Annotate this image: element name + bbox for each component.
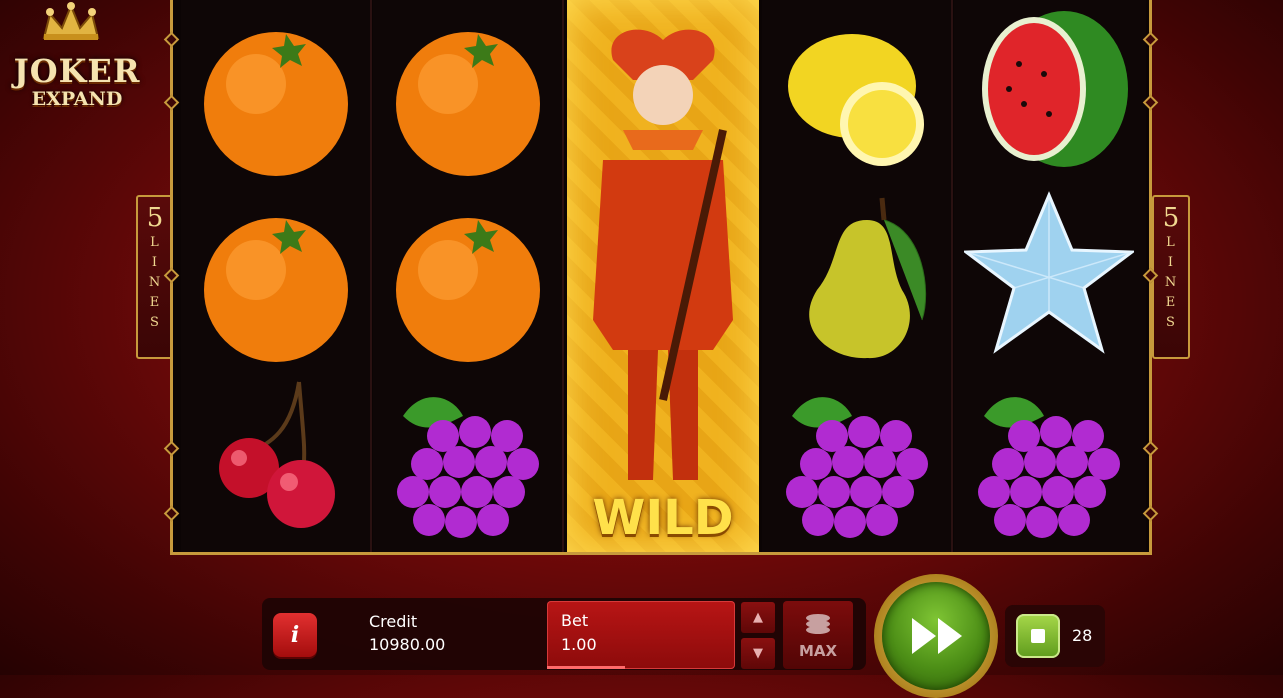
orange-symbol: [396, 218, 540, 362]
reel-5: [954, 0, 1146, 552]
reel-2: [373, 0, 564, 552]
jester-crown-icon: [42, 2, 100, 40]
arrow-up-icon: ▲: [753, 610, 763, 625]
logo-subtitle: EXPAND: [31, 88, 123, 110]
credit-value: 10980.00: [369, 635, 446, 654]
orange-symbol: [204, 218, 348, 362]
reel-1: [181, 0, 372, 552]
paylines-count-right: 5: [1162, 203, 1180, 233]
autoplay-count: 28: [1072, 626, 1093, 645]
spin-button-face: [882, 582, 990, 690]
reel-4: [762, 0, 953, 552]
star-symbol: [964, 191, 1134, 354]
max-bet-button[interactable]: MAX: [783, 601, 853, 669]
grapes-symbol: [786, 397, 928, 538]
game-logo: JOKER EXPAND: [4, 2, 154, 112]
paylines-badge-right: 5 LINES: [1152, 195, 1190, 359]
bet-value: 1.00: [561, 635, 597, 654]
pear-symbol: [809, 197, 927, 359]
bet-label: Bet: [561, 611, 589, 630]
logo-title: JOKER: [13, 52, 141, 90]
coins-icon: [806, 614, 830, 634]
orange-symbol: [204, 32, 348, 176]
autoplay-stop-button[interactable]: [1016, 614, 1060, 658]
paylines-count-left: 5: [146, 203, 164, 233]
fast-forward-icon: [912, 618, 962, 654]
watermelon-symbol: [982, 11, 1128, 167]
bet-indicator-line: [547, 666, 625, 669]
bet-increase-button[interactable]: ▲: [741, 602, 775, 633]
spin-button[interactable]: [874, 574, 998, 698]
cherry-symbol: [219, 381, 335, 528]
grapes-symbol: [978, 397, 1120, 538]
bet-box: Bet 1.00: [547, 601, 735, 669]
reel-3-wild: WILD: [567, 0, 759, 552]
paylines-label-left: LINES: [148, 235, 162, 330]
arrow-down-icon: ▼: [753, 646, 763, 661]
info-button[interactable]: i: [273, 613, 317, 657]
reel-frame: WILD: [170, 0, 1152, 555]
bet-decrease-button[interactable]: ▼: [741, 638, 775, 669]
paylines-label-right: LINES: [1164, 235, 1178, 330]
max-label: MAX: [798, 642, 838, 660]
stop-icon: [1031, 629, 1045, 643]
wild-label: WILD: [592, 490, 734, 546]
joker-wild-symbol: [593, 29, 733, 480]
lemon-symbol: [788, 34, 924, 166]
credit-label: Credit: [369, 612, 418, 631]
orange-symbol: [396, 32, 540, 176]
grapes-symbol: [397, 397, 539, 538]
